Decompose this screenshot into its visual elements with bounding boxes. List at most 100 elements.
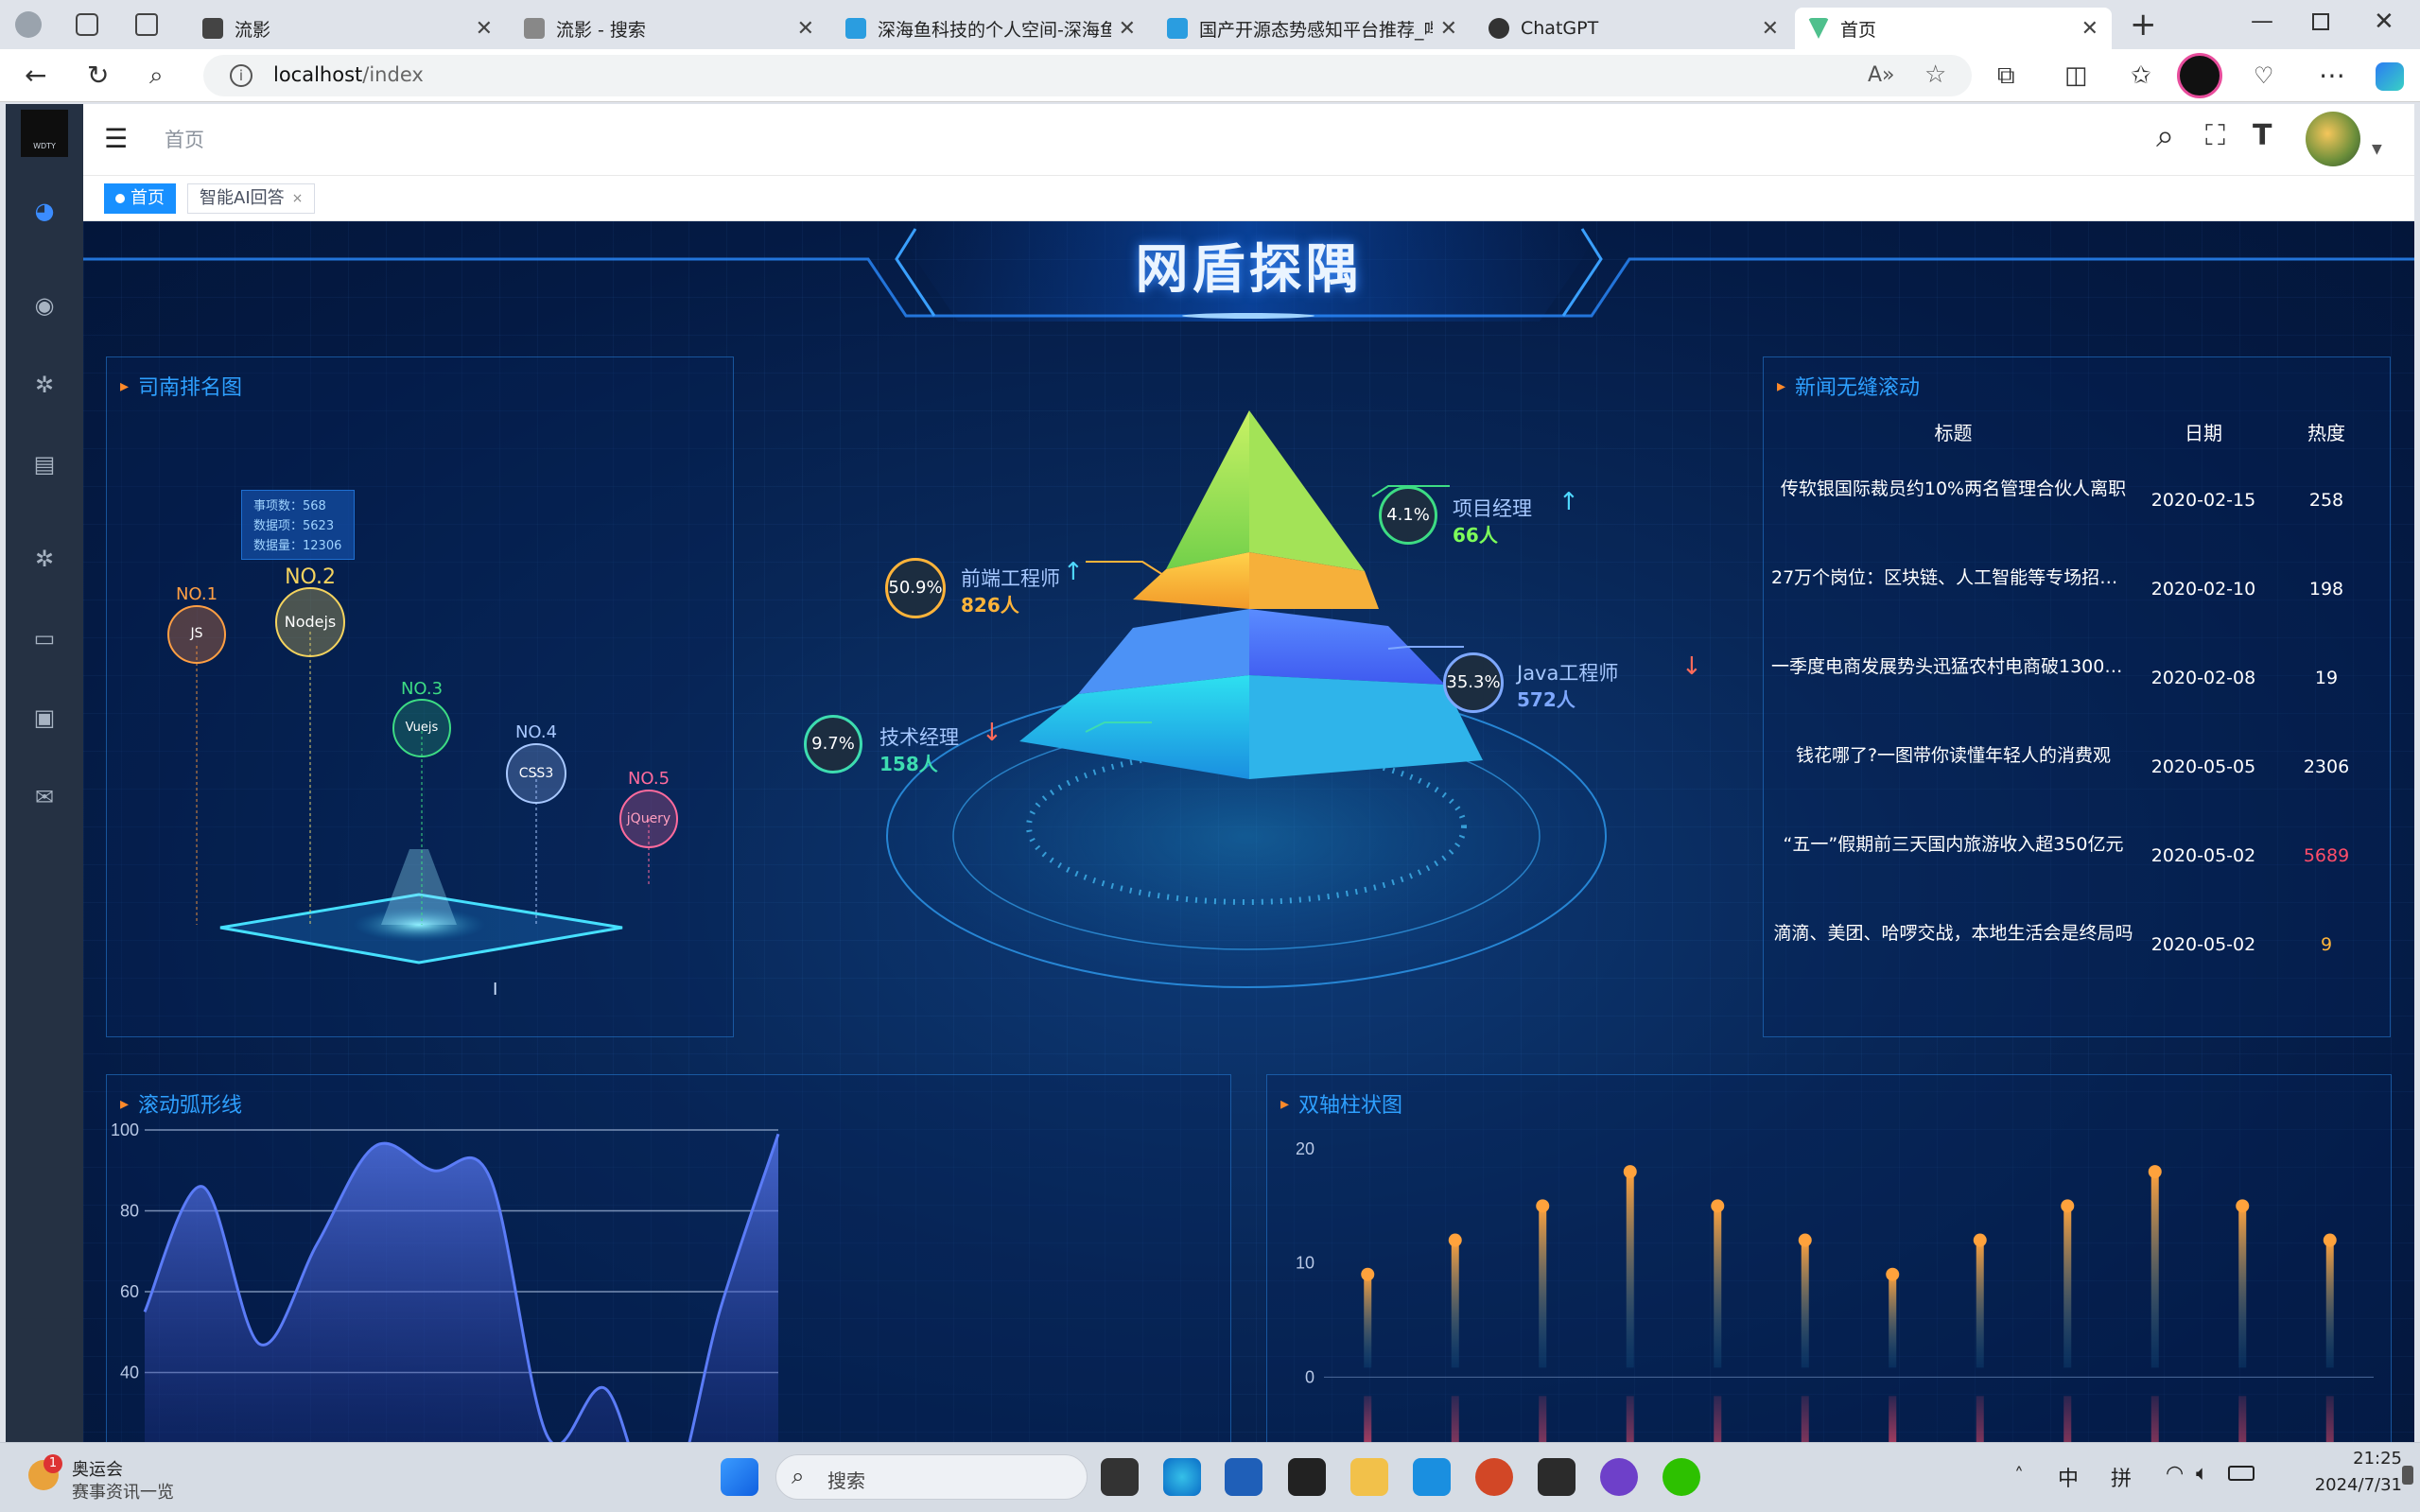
chevron-down-icon[interactable]: ▼ [2372, 142, 2382, 157]
site-info-icon[interactable]: i [230, 64, 252, 87]
close-tab-icon[interactable]: ✕ [1440, 17, 1457, 41]
pct-ring: 9.7% [804, 715, 862, 773]
workspaces-icon[interactable] [76, 13, 98, 36]
clock-date[interactable]: 2024/7/31 [2289, 1475, 2402, 1495]
favorite-star-icon[interactable]: ☆ [1924, 61, 1946, 89]
font-size-icon[interactable]: T [2253, 119, 2272, 152]
tag-home[interactable]: 首页 [104, 183, 176, 214]
dashboard-title: 网盾探隅 [1135, 239, 1363, 301]
table-row[interactable]: 一季度电商发展势头迅猛农村电商破1300万家 2020-02-08 19 [1764, 639, 2388, 728]
table-row[interactable]: “五一”假期前三天国内旅游收入超350亿元 2020-05-02 5689 [1764, 817, 2388, 906]
table-row[interactable]: 钱花哪了?一图带你读懂年轻人的消费观 2020-05-05 2306 [1764, 728, 2388, 817]
vue-logo-icon [1808, 18, 1829, 39]
notification-icon[interactable] [2402, 1466, 2413, 1485]
fullscreen-icon[interactable]: ⛶ [2205, 119, 2225, 152]
close-tab-icon[interactable]: ✕ [2081, 17, 2098, 41]
favorites-icon[interactable]: ✩ [2131, 61, 2151, 91]
search-input[interactable]: ⌕ 搜索 [775, 1454, 1088, 1500]
wechat-icon[interactable] [1663, 1458, 1700, 1496]
store-icon[interactable] [1225, 1458, 1262, 1496]
copilot-icon[interactable] [2376, 62, 2404, 91]
briefcase-icon[interactable]: ▣ [30, 704, 59, 732]
read-aloud-icon[interactable]: A» [1868, 63, 1895, 87]
chat-icon[interactable]: ▤ [30, 450, 59, 478]
sidebar: WDTY ◕ ◉ ✲ ▤ ✲ ▭ ▣ ✉ [6, 104, 83, 1442]
tab-actions-icon[interactable] [135, 13, 158, 36]
file-explorer-icon[interactable] [1350, 1458, 1388, 1496]
volume-icon[interactable]: 🔈︎ [2196, 1462, 2208, 1486]
url-host: localhost [273, 63, 363, 86]
table-row[interactable]: 滴滴、美团、哈啰交战，本地生活会是终局吗 2020-05-02 9 [1764, 906, 2388, 972]
more-menu-icon[interactable]: ⋯ [2319, 61, 2345, 91]
extensions-icon[interactable]: ⧉ [1997, 61, 2015, 91]
browser-tab[interactable]: ChatGPT ✕ [1475, 8, 1792, 49]
avatar[interactable] [2306, 112, 2360, 166]
powerpoint-icon[interactable] [1475, 1458, 1513, 1496]
maximize-icon[interactable] [2312, 13, 2329, 30]
refresh-icon[interactable]: ↻ [87, 61, 109, 91]
task-view-icon[interactable] [1101, 1458, 1139, 1496]
new-tab-button[interactable]: + [2130, 6, 2157, 43]
url-field[interactable]: i localhost/index A» ☆ [203, 55, 1972, 96]
wifi-icon[interactable]: ◠ [2166, 1462, 2184, 1486]
news-date: 2020-05-02 [2150, 934, 2256, 955]
news-scroll-area[interactable]: 传软银国际裁员约10%两名管理合伙人离职 2020-02-15 258 27万个… [1764, 461, 2392, 972]
news-heat: 19 [2314, 668, 2339, 688]
news-title: 钱花哪了?一图带你读懂年轻人的消费观 [1795, 745, 2112, 766]
bar-cap [1973, 1233, 1987, 1247]
table-row[interactable]: 27万个岗位：区块链、人工智能等专场招聘会 2020-02-10 198 [1764, 550, 2388, 639]
news-heat: 2306 [2303, 756, 2350, 777]
ranking-panel: ▸ 司南排名图 事项数：568 数据项：5623 数据量：12306 NO.1 J [106, 356, 734, 1037]
search-icon [524, 18, 545, 39]
tab-title: 首页 [1840, 19, 1877, 41]
split-screen-icon[interactable]: ◫ [2064, 61, 2088, 91]
terminal-icon[interactable] [1538, 1458, 1576, 1496]
browser-tab-active[interactable]: 首页 ✕ [1795, 8, 2112, 49]
app-logo-icon[interactable] [1288, 1458, 1326, 1496]
profile-icon[interactable] [15, 11, 42, 38]
search-icon[interactable]: ⌕ [149, 61, 164, 91]
chevron-up-icon[interactable]: ˄ [2014, 1464, 2024, 1486]
rank-name: CSS3 [518, 766, 554, 781]
role-label: 前端工程师 [961, 567, 1060, 590]
close-tab-icon[interactable]: ✕ [476, 17, 493, 41]
ime-mode[interactable]: 中 [2058, 1462, 2079, 1492]
dashboard-icon[interactable]: ◕ [30, 197, 59, 225]
clock-time[interactable]: 21:25 [2289, 1449, 2402, 1469]
search-icon[interactable]: ⌕ [2156, 117, 2174, 155]
browser-tab[interactable]: 国产开源态势感知平台推荐_哔 ✕ [1154, 8, 1471, 49]
browser-tab[interactable]: 深海鱼科技的个人空间-深海鱼 ✕ [832, 8, 1149, 49]
menu-toggle-icon[interactable]: ☰ [104, 123, 128, 154]
bar-cap [2148, 1165, 2162, 1179]
browser-tab[interactable]: 流影 ✕ [189, 8, 506, 49]
ime-pinyin[interactable]: 拼 [2111, 1462, 2132, 1492]
github-desktop-icon[interactable] [1600, 1458, 1638, 1496]
back-icon[interactable]: ← [25, 61, 46, 91]
gear-icon[interactable]: ✲ [30, 545, 59, 573]
edge-icon[interactable] [1163, 1458, 1201, 1496]
tag-ai-answer[interactable]: 智能AI回答 × [187, 183, 316, 214]
extension-logo-icon[interactable] [2177, 53, 2222, 98]
mail-icon[interactable]: ✉ [30, 783, 59, 811]
bar-cap [1448, 1233, 1462, 1247]
monitor-icon[interactable]: ▭ [30, 624, 59, 652]
close-icon[interactable]: × [292, 184, 304, 213]
browser-tab[interactable]: 流影 - 搜索 ✕ [511, 8, 827, 49]
snipping-tool-icon[interactable] [1413, 1458, 1451, 1496]
globe-icon[interactable]: ◉ [30, 291, 59, 320]
battery-icon[interactable] [2228, 1466, 2255, 1481]
close-tab-icon[interactable]: ✕ [797, 17, 814, 41]
weather-widget[interactable]: 1 奥运会 赛事资讯一览 [28, 1452, 189, 1503]
close-window-icon[interactable]: ✕ [2374, 8, 2394, 36]
minimize-icon[interactable]: — [2251, 8, 2273, 34]
role-label: 技术经理 [879, 726, 959, 749]
tab-favicon-icon [845, 18, 866, 39]
browser-essentials-icon[interactable]: ♡ [2254, 61, 2274, 91]
settings-icon[interactable]: ✲ [30, 371, 59, 399]
pct-ring: 35.3% [1443, 652, 1504, 713]
table-row[interactable]: 传软银国际裁员约10%两名管理合伙人离职 2020-02-15 258 [1764, 461, 2388, 550]
close-tab-icon[interactable]: ✕ [1119, 17, 1136, 41]
windows-start-icon[interactable] [721, 1458, 758, 1496]
close-tab-icon[interactable]: ✕ [1762, 17, 1779, 41]
browser-tab-bar: 流影 ✕ 流影 - 搜索 ✕ 深海鱼科技的个人空间-深海鱼 ✕ 国产开源态势感知… [0, 0, 2420, 49]
